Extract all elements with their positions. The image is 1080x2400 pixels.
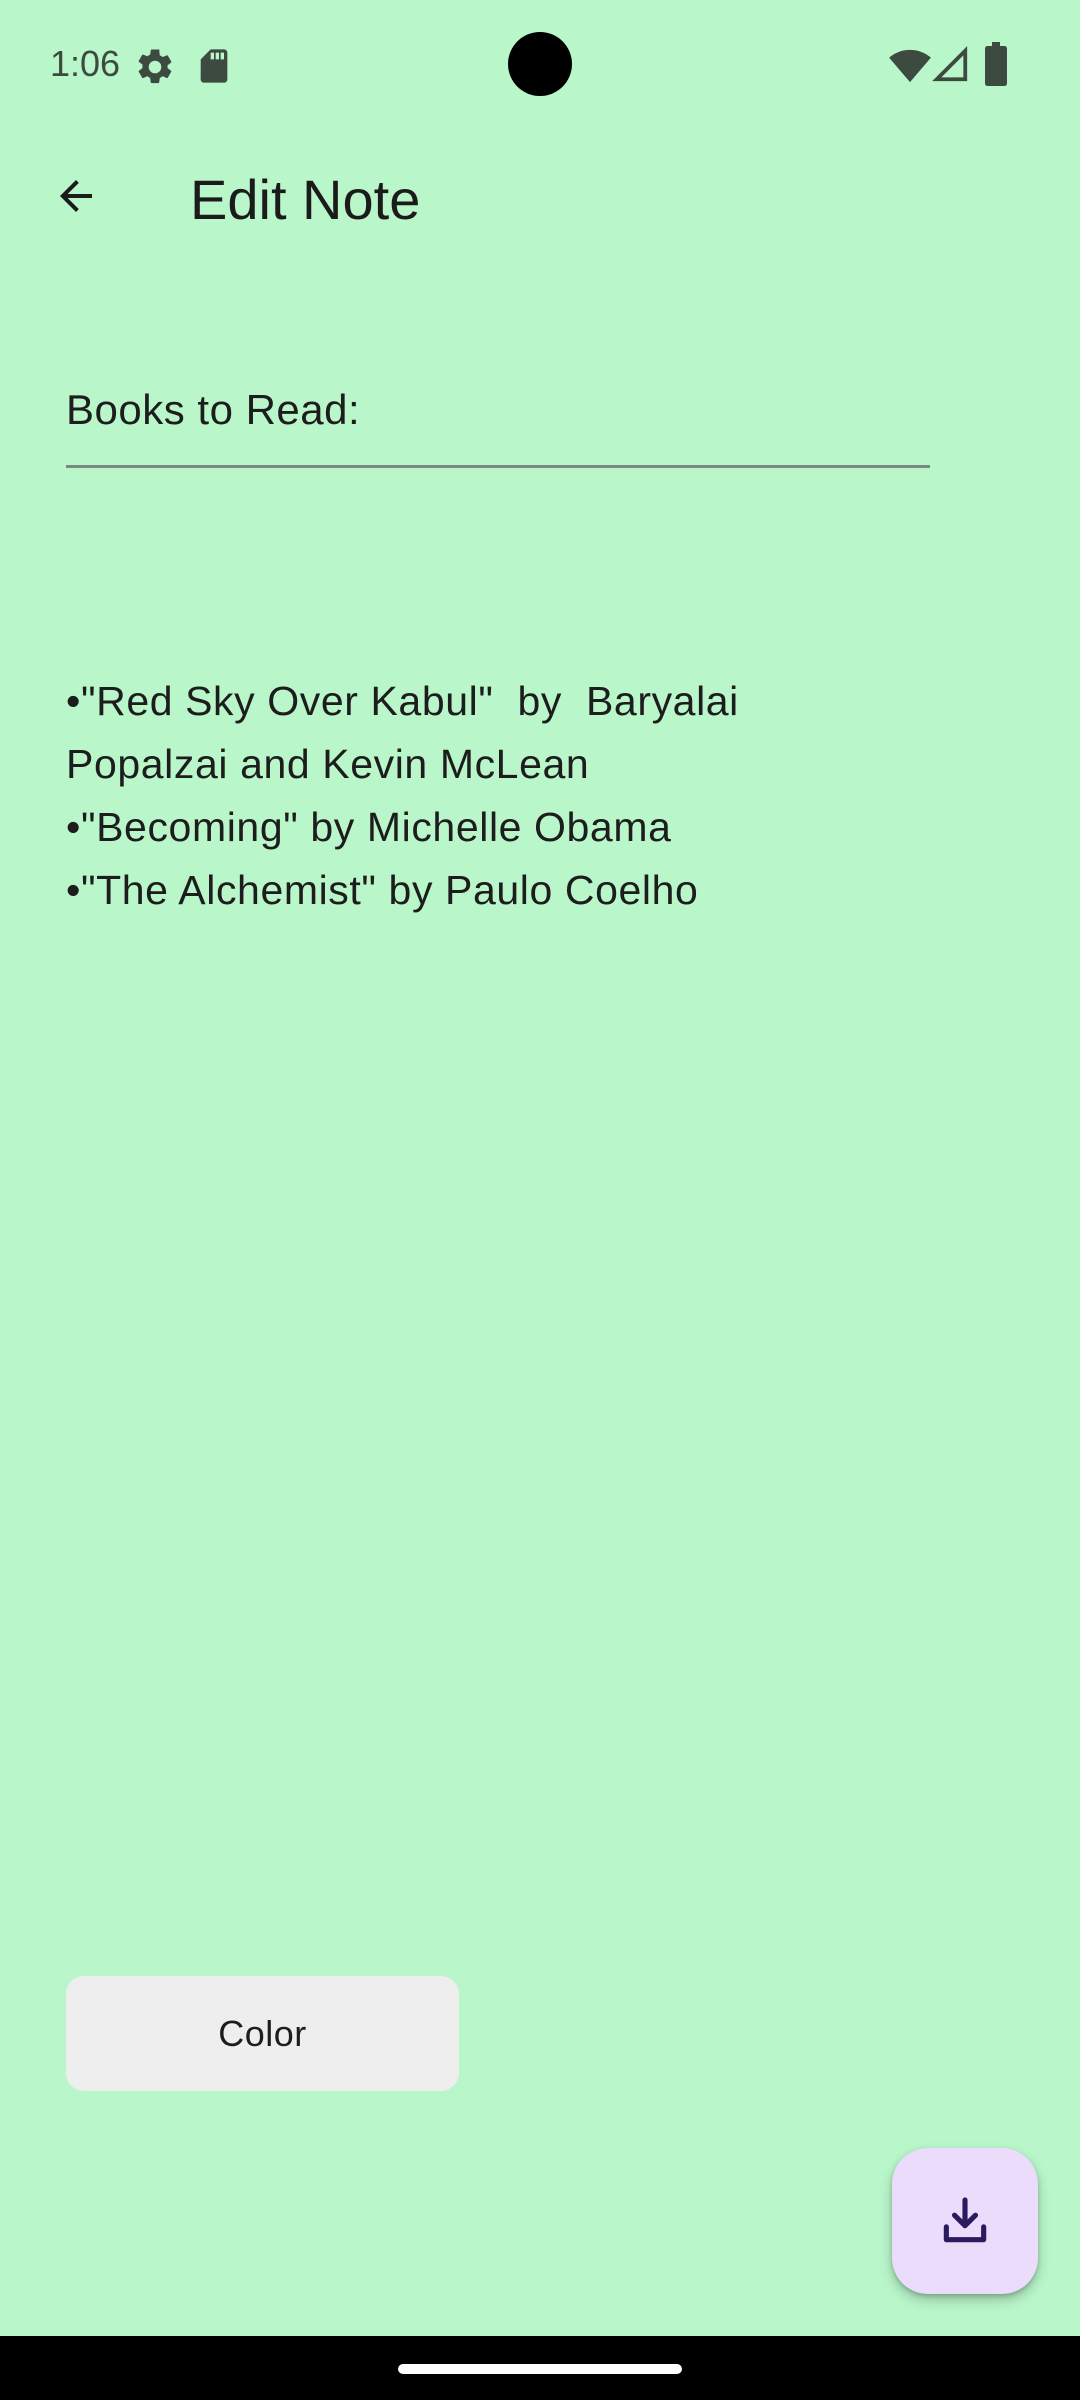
download-icon	[943, 2197, 987, 2243]
page-title: Edit Note	[190, 168, 421, 231]
save-fab[interactable]	[892, 2148, 1038, 2294]
note-title-field[interactable]: Books to Read:	[66, 360, 930, 468]
back-button[interactable]	[40, 160, 112, 232]
note-body-line: •"Red Sky Over Kabul" by Baryalai	[66, 678, 739, 724]
color-button-label: Color	[218, 2012, 307, 2054]
arrow-back-icon	[60, 180, 92, 212]
settings-icon	[138, 49, 172, 84]
status-bar: 1:06	[0, 0, 1080, 128]
app-bar: Edit Note	[0, 128, 1080, 272]
status-time: 1:06	[50, 43, 121, 84]
camera-cutout	[508, 32, 572, 96]
battery-icon	[985, 42, 1007, 86]
color-button[interactable]: Color	[66, 1976, 459, 2091]
note-body-line: Popalzai and Kevin McLean	[66, 741, 590, 787]
edit-note-screen: 1:06 Edit Note Books to Read: •"Red Sky …	[0, 0, 1080, 2400]
note-body-line: •"The Alchemist" by Paulo Coelho	[66, 867, 699, 913]
note-body-line: •"Becoming" by Michelle Obama	[66, 804, 672, 850]
navigation-bar	[0, 2336, 1080, 2400]
home-gesture-handle[interactable]	[398, 2364, 682, 2374]
cellular-signal-icon	[932, 46, 968, 82]
note-title-value: Books to Read:	[66, 386, 361, 433]
note-body-field[interactable]: •"Red Sky Over Kabul" by Baryalai Popalz…	[66, 670, 966, 922]
wifi-icon	[889, 49, 931, 83]
sd-card-icon	[200, 49, 228, 83]
